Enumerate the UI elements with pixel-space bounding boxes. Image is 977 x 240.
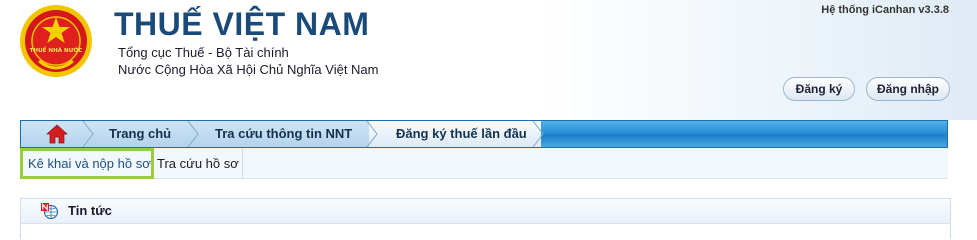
site-subtitle-ministry: Tổng cục Thuế - Bộ Tài chính: [118, 45, 289, 60]
main-nav: Trang chủ Tra cứu thông tin NNT Đăng ký …: [20, 120, 948, 148]
nav-separator: [366, 121, 378, 147]
site-title: THUẾ VIỆT NAM: [114, 6, 370, 42]
subnav-item-declare-submit[interactable]: Kê khai và nộp hồ sơ: [20, 148, 154, 179]
site-header: THUẾ NHÀ NƯỚC THUẾ VIỆT NAM Tổng cục Thu…: [0, 0, 977, 120]
news-panel-header: Tin tức: [21, 199, 950, 224]
sub-nav: Kê khai và nộp hồ sơ Tra cứu hồ sơ: [20, 148, 948, 179]
nav-separator: [187, 121, 199, 147]
nav-separator: [82, 121, 94, 147]
subnav-item-dossier-lookup[interactable]: Tra cứu hồ sơ: [157, 148, 243, 179]
nav-item-home[interactable]: Trang chủ: [109, 121, 171, 147]
site-subtitle-country: Nước Cộng Hòa Xã Hội Chủ Nghĩa Việt Nam: [118, 62, 379, 77]
news-panel: Tin tức: [20, 198, 951, 239]
login-button[interactable]: Đăng nhập: [866, 77, 950, 101]
system-version: Hệ thống iCanhan v3.3.8: [821, 4, 949, 16]
news-icon: [41, 203, 59, 219]
emblem-label: THUẾ NHÀ NƯỚC: [30, 46, 83, 54]
home-icon: [46, 124, 68, 144]
nav-item-first-tax-registration[interactable]: Đăng ký thuế lần đầu: [396, 121, 527, 147]
register-button[interactable]: Đăng ký: [783, 77, 855, 101]
nav-item-taxpayer-lookup[interactable]: Tra cứu thông tin NNT: [215, 121, 352, 147]
nav-separator: [532, 121, 544, 147]
news-title: Tin tức: [68, 203, 112, 218]
emblem-logo: THUẾ NHÀ NƯỚC: [20, 5, 92, 77]
